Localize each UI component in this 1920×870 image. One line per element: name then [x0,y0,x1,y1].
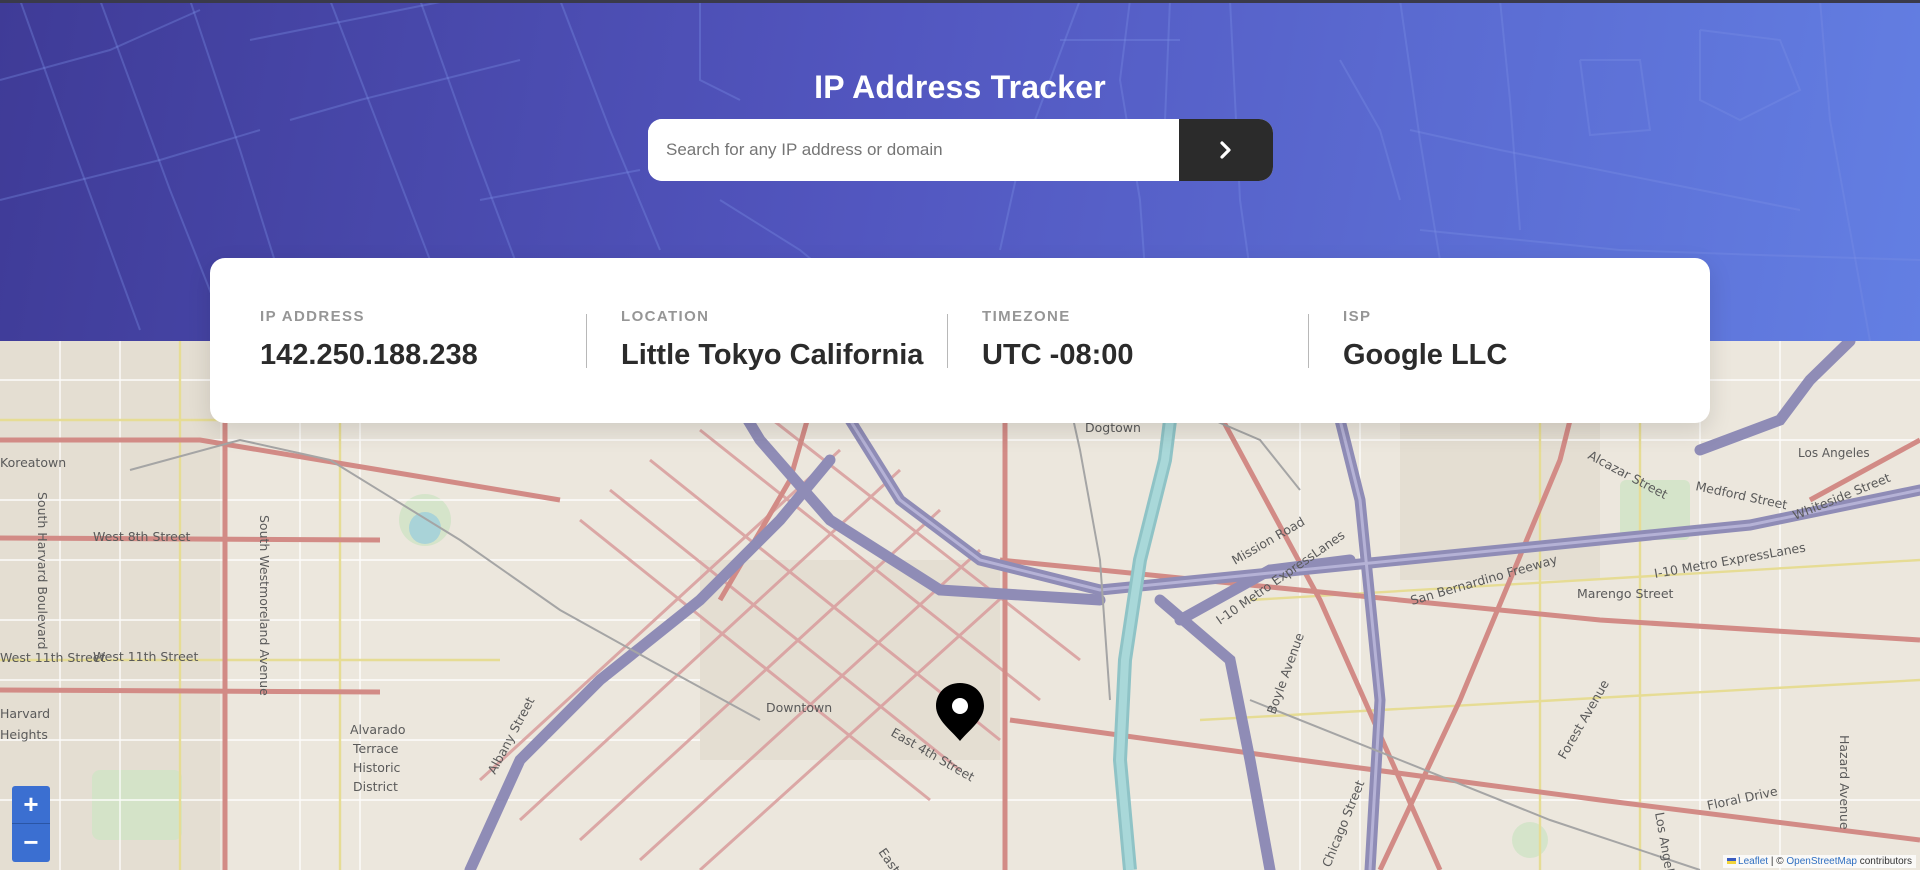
info-ip-address: IP ADDRESS 142.250.188.238 [260,308,478,372]
map-label: Floral Drive [1706,783,1780,813]
attribution-separator: | © [1768,856,1787,867]
map-label: West 11th Street [93,649,198,664]
ukraine-flag-icon [1727,858,1737,864]
map-label: Forest Avenue [1555,677,1613,762]
map-label: Heights [0,727,48,742]
map-label: Harvard [0,706,50,721]
map-label: Terrace [352,741,399,756]
map-label: West 11th Street [0,650,105,665]
info-isp: ISP Google LLC [1343,308,1507,372]
info-divider [586,314,587,368]
search-input[interactable] [648,119,1179,181]
page-title: IP Address Tracker [814,69,1106,106]
search-submit-button[interactable] [1179,119,1273,181]
map-label: Hazard Avenue [1837,735,1852,830]
attribution-suffix: contributors [1856,856,1912,867]
openstreetmap-link[interactable]: OpenStreetMap [1786,856,1857,867]
info-value: 142.250.188.238 [260,339,478,371]
map-label: I-10 Metro ExpressLanes [1653,540,1807,581]
map-label: Historic [353,760,401,775]
map-label: Los Angeles [1652,811,1680,870]
info-divider [1308,314,1309,368]
info-label: ISP [1343,308,1372,325]
chevron-right-icon [1220,141,1231,159]
map-label: South Westmoreland Avenue [257,515,272,696]
map-label: Alvarado [350,722,405,737]
info-timezone: TIMEZONE UTC -08:00 [982,308,1134,372]
info-value: UTC -08:00 [982,339,1134,371]
leaflet-link[interactable]: Leaflet [1738,856,1768,867]
zoom-in-button[interactable]: + [12,786,50,823]
info-value: Little Tokyo California [621,339,924,371]
location-pin-icon [936,683,984,741]
map-label: Koreatown [0,455,66,470]
search-form [648,119,1273,181]
map-label: East 7th [876,845,918,870]
map-attribution: Leaflet | © OpenStreetMap contributors [1723,855,1916,868]
info-value: Google LLC [1343,339,1508,371]
ip-info-card: IP ADDRESS 142.250.188.238 LOCATION Litt… [210,258,1710,423]
zoom-out-button[interactable]: − [12,823,50,861]
map-label: South Harvard Boulevard [35,492,50,650]
map-label: Downtown [766,700,832,715]
info-label: TIMEZONE [982,308,1071,325]
top-border [0,0,1920,3]
zoom-control: + − [12,786,50,862]
map-label: Medford Street [1694,478,1788,512]
map-label: West 8th Street [93,529,191,544]
map-label: Los Angeles [1798,446,1870,460]
map-label: Marengo Street [1577,586,1674,601]
info-label: LOCATION [621,308,710,325]
info-location: LOCATION Little Tokyo California [621,308,923,372]
info-label: IP ADDRESS [260,308,365,325]
info-divider [947,314,948,368]
map-label: District [353,779,398,794]
